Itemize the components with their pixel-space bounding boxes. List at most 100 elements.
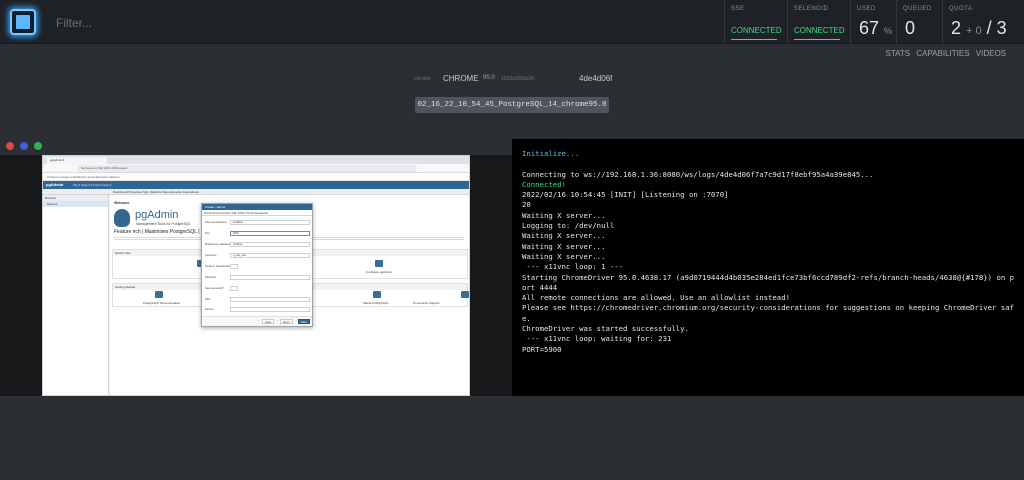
reset-button[interactable]: Reset [280, 319, 293, 324]
pgadmin-subtitle: Management Tools for PostgreSQL [136, 222, 191, 226]
pgadmin-logo: pgAdmin [46, 182, 64, 187]
top-bar: SSE CONNECTED SELENOID CONNECTED USED 67… [0, 0, 1024, 44]
community-icon[interactable] [461, 291, 469, 298]
minimize-dot-icon[interactable] [20, 142, 28, 150]
pgadmin-feature: Feature rich | Maximises PostgreSQL | Op [114, 229, 208, 235]
stat-selenoid: SELENOID CONNECTED [787, 0, 850, 44]
nav-capabilities[interactable]: CAPABILITIES [916, 49, 969, 58]
stat-queued-value: 0 [905, 18, 916, 38]
configure-icon[interactable] [375, 260, 383, 267]
log-line: Logging to: /dev/null [522, 221, 615, 231]
log-line: Waiting X server... [522, 241, 606, 251]
session-version: 95.0 [483, 75, 495, 81]
browser-tab-strip: pgAdmin 4 [43, 156, 469, 164]
log-line: Waiting X server... [522, 231, 606, 241]
stat-selenoid-value: CONNECTED [794, 26, 845, 40]
port-label: Port [205, 232, 210, 235]
stat-selenoid-label: SELENOID [794, 6, 829, 12]
service-input[interactable] [230, 307, 310, 312]
maintenance-db-input[interactable]: postgres [230, 242, 310, 247]
password-label: Password [205, 276, 216, 279]
dialog-tabs[interactable]: General Connection SSL SSH Tunnel Advanc… [202, 210, 312, 216]
password-input[interactable] [230, 275, 310, 280]
logo-square [16, 15, 30, 29]
service-label: Service [205, 308, 214, 311]
role-input[interactable] [230, 297, 310, 302]
pgadmin-menu[interactable]: File ▾ Object ▾ Tools ▾ Help ▾ [73, 182, 111, 188]
docs-icon[interactable] [155, 291, 163, 298]
host-input[interactable]: localhost [230, 220, 310, 225]
configure-label[interactable]: Configure pgAdmin [366, 270, 392, 274]
planet-icon[interactable] [373, 291, 381, 298]
filter-input[interactable] [56, 14, 656, 32]
pgadmin-title: pgAdmin [135, 209, 179, 221]
automation-notice: Chrome is being controlled by automated … [43, 173, 469, 181]
stat-used-value: 67 % [859, 18, 892, 39]
nav-stats[interactable]: STATS [886, 49, 911, 58]
stat-sse-label: SSE [731, 6, 745, 12]
welcome-label: Welcome [114, 201, 130, 205]
log-line: ChromeDriver was started successfully. [522, 324, 689, 334]
sub-navigation: STATS CAPABILITIES VIDEOS [882, 49, 1007, 58]
selenoid-logo-icon[interactable] [10, 9, 36, 35]
log-line: --- x11vnc loop: waiting for: 231 [522, 334, 672, 344]
session-log[interactable]: Initialize... Connecting to ws://192.168… [512, 139, 1024, 396]
browser-tree: Browser Servers [43, 195, 109, 395]
stat-sse: SSE CONNECTED [724, 0, 787, 44]
session-id[interactable]: 4de4d06f [579, 74, 612, 83]
port-input[interactable]: 5432 [230, 231, 310, 236]
used-unit: % [884, 26, 893, 36]
log-line: Connecting to ws://192.168.1.36:8080/ws/… [522, 169, 874, 179]
stat-sse-value: CONNECTED [731, 26, 782, 40]
create-server-dialog: Create - Server General Connection SSL S… [201, 203, 313, 327]
close-button[interactable]: Close [262, 319, 275, 324]
remote-screen[interactable]: pgAdmin 4 Not secure | 192.168.1.36/brow… [42, 155, 470, 396]
save-button[interactable]: Save [298, 319, 310, 324]
tree-item-servers[interactable]: Servers [43, 201, 108, 207]
fullscreen-dot-icon[interactable] [34, 142, 42, 150]
log-line: Waiting X server... [522, 210, 606, 220]
dialog-footer: Close Reset Save [202, 316, 312, 326]
save-password-toggle[interactable] [230, 286, 238, 291]
maintenance-db-label: Maintenance database [205, 243, 231, 246]
log-line: 2022/02/16 10:54:45 [INIT] [Listening on… [522, 190, 729, 200]
username-label: Username [205, 254, 217, 257]
log-line: Starting ChromeDriver 95.0.4638.17 (a9d0… [522, 272, 1015, 282]
session-browser: CHROME [443, 74, 479, 83]
log-line: 20 [522, 200, 531, 210]
used-number: 67 [859, 18, 880, 38]
kerberos-toggle[interactable] [230, 264, 238, 269]
stat-quota-label: QUOTA [949, 6, 973, 12]
nav-videos[interactable]: VIDEOS [976, 49, 1006, 58]
log-line: ort 4444 [522, 282, 558, 292]
browser-tab[interactable]: pgAdmin 4 [47, 157, 107, 164]
log-line: Initialize... [522, 149, 580, 158]
stat-used: USED 67 % [850, 0, 896, 44]
video-name-field[interactable]: 02_16_22_10_54_45_PostgreSQL_14_chrome95… [415, 97, 609, 113]
url-field[interactable]: Not secure | 192.168.1.36/browser/ [77, 165, 417, 172]
link-planet[interactable]: Planet PostgreSQL [363, 301, 389, 305]
link-docs[interactable]: PostgreSQL Documentation [143, 301, 180, 305]
host-label: Host name/address [205, 221, 227, 224]
log-line: --- x11vnc loop: 1 --- [522, 262, 624, 272]
stat-quota-value: 2 + 0 / 3 [951, 18, 1007, 39]
log-line: All remote connections are allowed. Use … [522, 293, 790, 303]
quota-mid: + 0 [966, 25, 982, 37]
log-line: Please see https://chromedriver.chromium… [522, 303, 1015, 313]
kerberos-label: Kerberos authentication? [205, 265, 233, 268]
log-line: e. [522, 313, 531, 323]
stat-queued: QUEUED 0 [896, 0, 942, 44]
username-input[interactable]: q_test_user [230, 253, 310, 258]
vnc-viewer[interactable]: pgAdmin 4 Not secure | 192.168.1.36/brow… [0, 155, 512, 396]
browser-url-bar: Not secure | 192.168.1.36/browser/ [43, 164, 469, 173]
stat-used-label: USED [857, 6, 876, 12]
log-line: PORT=5900 [522, 344, 562, 354]
elephant-logo-icon [114, 209, 130, 227]
link-community[interactable]: Community Support [413, 301, 440, 305]
log-line: Connected! [522, 179, 566, 189]
stat-quota: QUOTA 2 + 0 / 3 [942, 0, 1024, 44]
session-platform: chrome [414, 76, 431, 82]
session-resolution: 1920x1080x24 [501, 76, 534, 82]
close-dot-icon[interactable] [6, 142, 14, 150]
